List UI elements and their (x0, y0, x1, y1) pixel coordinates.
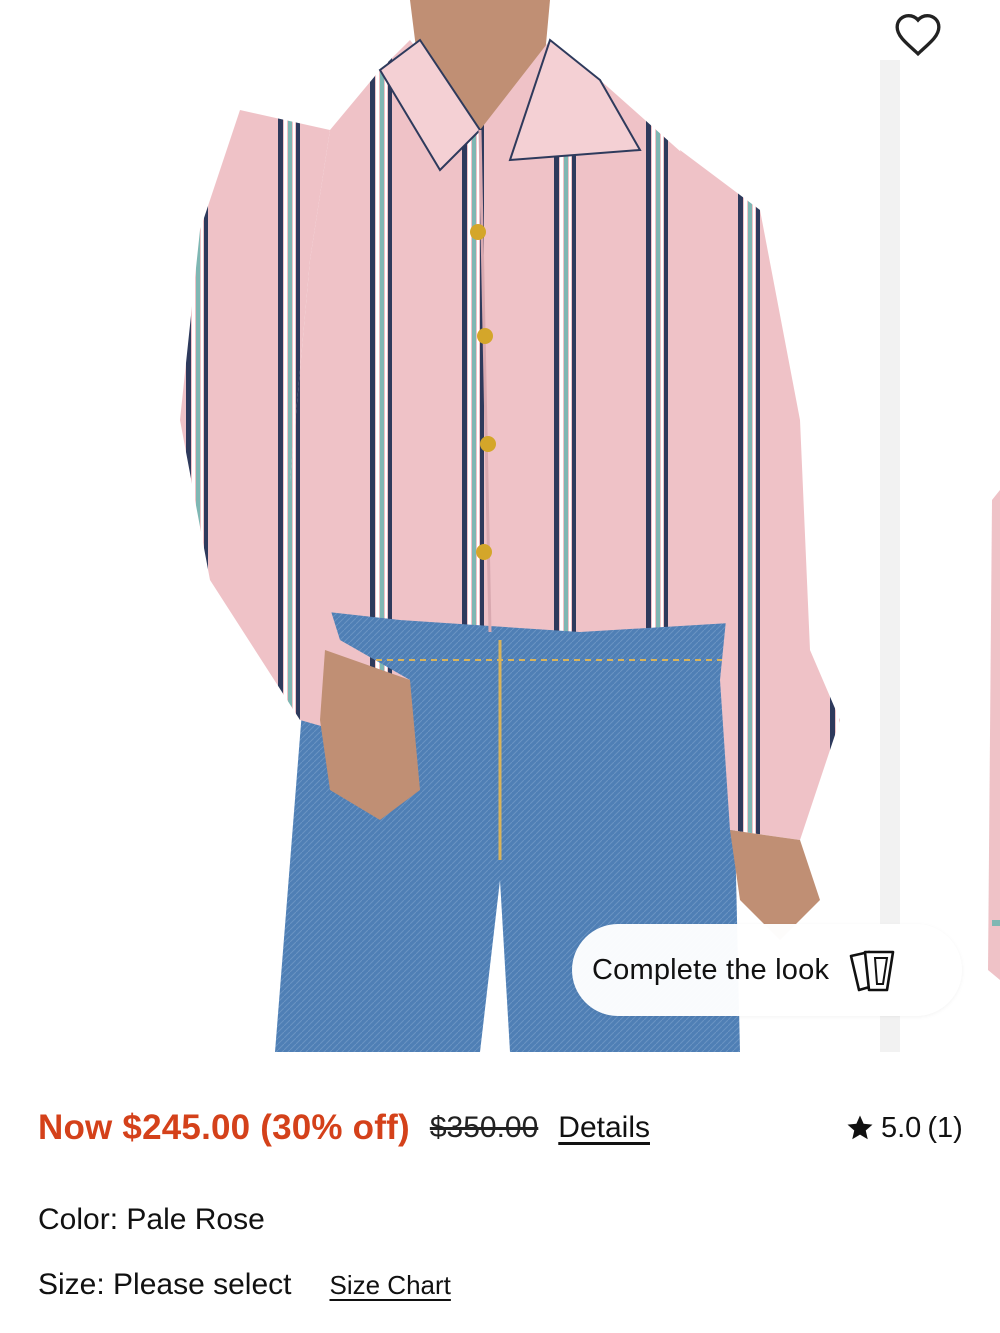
color-label: Color: (38, 1203, 119, 1236)
color-selection: Color: Pale Rose (38, 1203, 265, 1237)
complete-the-look-button[interactable]: Complete the look (572, 924, 962, 1016)
favorite-button[interactable] (888, 6, 948, 62)
size-selection: Size: Please select Size Chart (38, 1268, 451, 1318)
price-row: Now $245.00 (30% off) $350.00 Details (38, 1100, 964, 1156)
complete-the-look-label: Complete the look (592, 953, 830, 986)
sale-price: Now $245.00 (30% off) (38, 1108, 410, 1147)
review-count: (1) (927, 1111, 963, 1144)
product-main-image[interactable] (80, 0, 880, 1052)
rating-value: 5.0 (881, 1111, 922, 1144)
price-details-link[interactable]: Details (558, 1111, 650, 1145)
color-value: Pale Rose (126, 1203, 265, 1236)
star-icon (847, 1115, 873, 1140)
rating-summary[interactable]: 5.0 (1) (845, 1100, 963, 1156)
original-price: $350.00 (429, 1111, 539, 1144)
size-value: Please select (113, 1268, 292, 1301)
next-product-image-peek[interactable] (880, 60, 1000, 1052)
size-chart-link[interactable]: Size Chart (329, 1270, 450, 1301)
product-image-gallery[interactable]: Complete the look (0, 0, 1000, 1052)
heart-outline-icon (895, 13, 941, 57)
cards-icon (847, 946, 901, 994)
size-label: Size: (38, 1268, 105, 1301)
